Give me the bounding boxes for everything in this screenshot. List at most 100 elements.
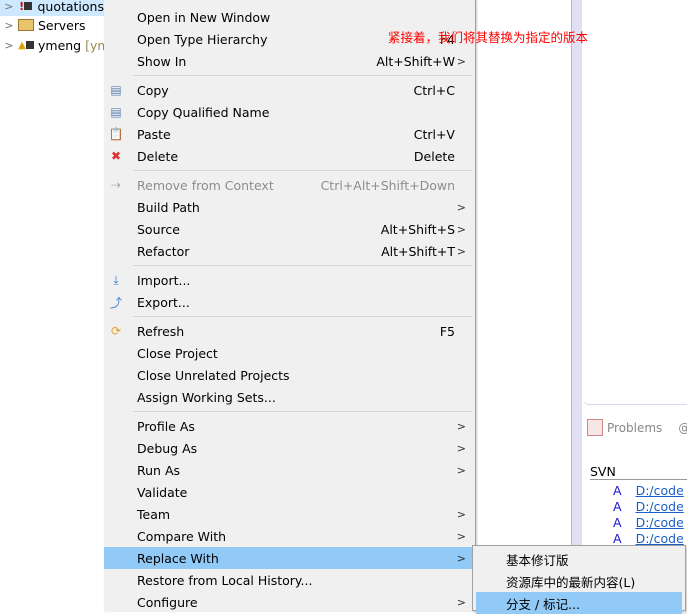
menu-item-label: Export... — [137, 294, 190, 310]
java-project-error-icon: ! — [18, 0, 34, 14]
menu-item-assign-working-sets[interactable]: Assign Working Sets... — [104, 386, 475, 408]
menu-item-copy[interactable]: ▤ Copy Ctrl+C — [104, 79, 475, 101]
menu-item-label: Source — [137, 221, 180, 237]
svn-path-link[interactable]: D:/code — [636, 499, 684, 515]
sash[interactable] — [572, 0, 582, 611]
chevron-right-icon: > — [456, 595, 466, 609]
menu-item-paste[interactable]: 📋 Paste Ctrl+V — [104, 123, 475, 145]
svn-section-title: SVN — [590, 464, 616, 479]
menu-item-label: Restore from Local History... — [137, 572, 313, 588]
chevron-right-icon: > — [456, 463, 466, 477]
annotation-text: 紧接着，我们将其替换为指定的版本 — [388, 30, 589, 45]
svn-action: A — [613, 499, 622, 514]
menu-item-label: Copy Qualified Name — [137, 104, 270, 120]
menu-item-label: Refactor — [137, 243, 190, 259]
menu-item-shortcut: Alt+Shift+S — [380, 221, 455, 237]
divider — [590, 479, 687, 480]
svn-row: A D:/code — [613, 515, 684, 531]
menu-separator — [104, 408, 475, 415]
tree-item-label: Servers — [38, 17, 86, 33]
svn-path-link[interactable]: D:/code — [636, 515, 684, 531]
menu-item-refactor[interactable]: Refactor Alt+Shift+T > — [104, 240, 475, 262]
menu-item-run-as[interactable]: Run As > — [104, 459, 475, 481]
menu-item-label: Paste — [137, 126, 171, 142]
menu-item-open-in-new-window[interactable]: Open in New Window — [104, 6, 475, 28]
menu-separator — [104, 262, 475, 269]
menu-item-label: Replace With — [137, 550, 219, 566]
submenu-item-0[interactable]: 基本修订版 — [473, 548, 685, 570]
import-icon: ⤓ — [113, 272, 119, 287]
menu-item-show-in[interactable]: Show In Alt+Shift+W > — [104, 50, 475, 72]
chevron-right-icon: > — [456, 200, 466, 214]
chevron-right-icon: > — [456, 244, 466, 258]
menu-item-shortcut: Ctrl+V — [413, 126, 455, 142]
menu-item-shortcut: Alt+Shift+T — [381, 243, 455, 259]
chevron-right-icon: > — [456, 54, 466, 68]
menu-item-replace-with[interactable]: Replace With > — [104, 547, 475, 569]
export-icon: ⤴ — [109, 295, 122, 310]
chevron-right-icon[interactable]: > — [0, 19, 18, 32]
svn-path-link[interactable]: D:/code — [636, 483, 684, 499]
chevron-right-icon: > — [456, 441, 466, 455]
submenu-item-1[interactable]: 资源库中的最新内容(L) — [473, 570, 685, 592]
menu-item-shortcut: Delete — [413, 148, 455, 164]
menu-item-refresh[interactable]: ⟳ Refresh F5 — [104, 320, 475, 342]
tab-javadoc[interactable]: @ — [678, 421, 687, 435]
chevron-right-icon: > — [456, 507, 466, 521]
menu-item-delete[interactable]: ✖ Delete Delete — [104, 145, 475, 167]
menu-item-label: Copy — [137, 82, 169, 98]
menu-item-export[interactable]: ⤴ Export... — [104, 291, 475, 313]
menu-item-label: Import... — [137, 272, 191, 288]
menu-item-copy-qualified-name[interactable]: ▤ Copy Qualified Name — [104, 101, 475, 123]
menu-item-restore-from-local-history[interactable]: Restore from Local History... — [104, 569, 475, 591]
chevron-right-icon: > — [456, 551, 466, 565]
menu-item-label: Compare With — [137, 528, 227, 544]
menu-item-label: Close Unrelated Projects — [137, 367, 290, 383]
menu-item-shortcut: Ctrl+Alt+Shift+Down — [320, 177, 455, 193]
tree-item-label: ymeng — [38, 37, 82, 53]
tree-item-label: quotations — [37, 0, 104, 14]
project-explorer: > ! quotations > Servers > ▲ ymeng [ym — [0, 0, 110, 611]
tab-problems[interactable]: Problems @ — [587, 419, 687, 436]
menu-item-label: 资源库中的最新内容(L) — [506, 574, 636, 590]
menu-separator — [104, 313, 475, 320]
chevron-right-icon[interactable]: > — [0, 39, 18, 52]
copy-qualified-icon: ▤ — [110, 105, 122, 119]
tree-item-quotations[interactable]: > ! quotations — [0, 0, 104, 16]
menu-item-label: Configure — [137, 594, 198, 610]
menu-item-source[interactable]: Source Alt+Shift+S > — [104, 218, 475, 240]
menu-item-label: Assign Working Sets... — [137, 389, 276, 405]
delete-icon: ✖ — [110, 149, 122, 163]
svn-row: A D:/code — [613, 483, 684, 499]
menu-item-label: Close Project — [137, 345, 218, 361]
svn-row: A D:/code — [613, 499, 684, 515]
menu-item-compare-with[interactable]: Compare With > — [104, 525, 475, 547]
menu-item-label: Show In — [137, 53, 187, 69]
replace-with-submenu: 基本修订版资源库中的最新内容(L) 分支 / 标记... — [472, 545, 686, 614]
menu-item-import[interactable]: ⤓ Import... — [104, 269, 475, 291]
chevron-right-icon[interactable]: > — [0, 0, 18, 13]
menu-item-close-unrelated-projects[interactable]: Close Unrelated Projects — [104, 364, 475, 386]
folder-open-icon — [18, 17, 34, 33]
menu-item-label: 分支 / 标记... — [506, 596, 581, 612]
svn-action: A — [613, 515, 622, 530]
menu-item-label: Profile As — [137, 418, 195, 434]
menu-item-label: Refresh — [137, 323, 185, 339]
chevron-right-icon: > — [456, 222, 466, 236]
menu-separator — [104, 72, 475, 79]
menu-item-debug-as[interactable]: Debug As > — [104, 437, 475, 459]
menu-item-build-path[interactable]: Build Path > — [104, 196, 475, 218]
menu-item-label: Debug As — [137, 440, 198, 456]
menu-item-label: Delete — [137, 148, 179, 164]
menu-item-configure[interactable]: Configure > — [104, 591, 475, 613]
menu-item-label: Remove from Context — [137, 177, 274, 193]
menu-item-remove-from-context: ⇢ Remove from Context Ctrl+Alt+Shift+Down — [104, 174, 475, 196]
menu-item-close-project[interactable]: Close Project — [104, 342, 475, 364]
menu-item-team[interactable]: Team > — [104, 503, 475, 525]
menu-item-validate[interactable]: Validate — [104, 481, 475, 503]
editor-area — [478, 0, 572, 611]
tree-item-ymeng[interactable]: > ▲ ymeng [ym — [0, 35, 109, 55]
menu-item-label: Run As — [137, 462, 181, 478]
tree-item-servers[interactable]: > Servers — [0, 15, 86, 35]
menu-item-profile-as[interactable]: Profile As > — [104, 415, 475, 437]
